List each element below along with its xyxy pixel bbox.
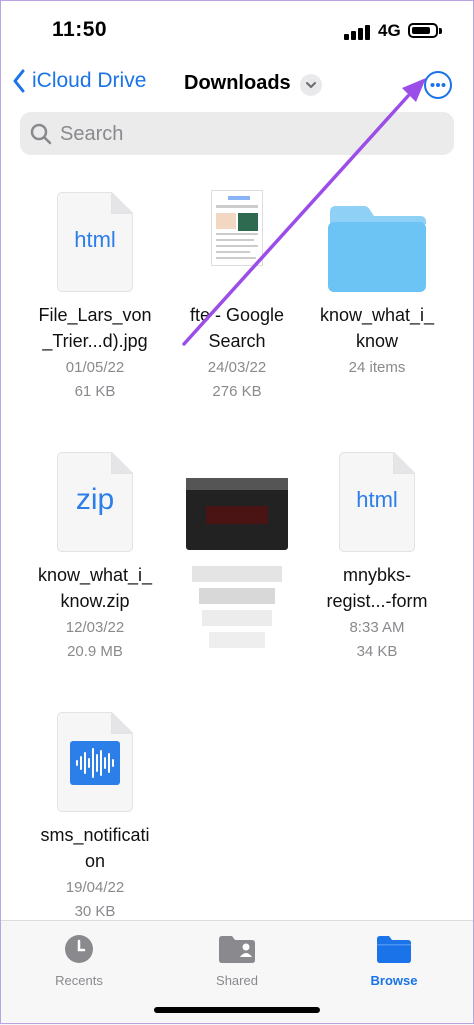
folder-icon [376,933,412,965]
tab-label: Browse [370,973,418,988]
waveform-icon [70,741,120,785]
ellipsis-icon [430,83,446,87]
tab-label: Shared [216,973,258,988]
home-indicator [154,1007,320,1013]
file-name-cont: regist...-form [326,591,428,611]
battery-icon [408,23,442,38]
navigation-bar: iCloud Drive Downloads [0,66,474,106]
file-size: 276 KB [212,383,262,400]
chevron-down-icon [306,82,316,88]
clock-icon [63,933,95,965]
file-item-obscured[interactable] [162,470,312,648]
webpage-thumbnail [211,190,263,294]
file-item[interactable]: zip know_what_i_ know.zip 12/03/22 20.9 … [20,450,170,664]
file-date: 19/04/22 [65,879,125,896]
file-name-cont: know.zip [60,591,130,611]
zip-file-icon: zip [57,450,133,554]
folder-name: know_what_i_ [319,305,435,325]
back-label: iCloud Drive [32,69,147,92]
blurred-thumbnail [182,470,292,560]
file-item[interactable]: html mnybks- regist...-form 8:33 AM 34 K… [302,450,452,664]
tab-shared[interactable]: Shared [177,933,297,988]
status-time: 11:50 [52,18,108,41]
title-menu-button[interactable] [300,74,322,96]
file-item[interactable]: sms_notificati on 19/04/22 30 KB [20,710,170,924]
file-item[interactable]: html File_Lars_von _Trier...d).jpg 01/05… [20,190,170,404]
folder-item[interactable]: know_what_i_ know 24 items [302,190,452,380]
back-button[interactable]: iCloud Drive [12,69,146,93]
file-date: 8:33 AM [349,619,405,636]
status-bar: 11:50 4G [0,0,474,64]
tab-label: Recents [55,973,103,988]
html-file-icon: html [339,450,415,554]
html-file-icon: html [57,190,133,294]
cellular-signal-icon [344,24,372,40]
tab-recents[interactable]: Recents [19,933,139,988]
file-date: 12/03/22 [65,619,125,636]
search-icon [30,123,52,145]
file-name-cont: Search [208,331,266,351]
file-name-cont: _Trier...d).jpg [42,331,148,351]
file-name: mnybks- [342,565,411,585]
file-name: know_what_i_ [37,565,153,585]
page-title[interactable]: Downloads [184,72,291,95]
audio-file-icon [57,710,133,814]
tab-browse[interactable]: Browse [334,933,454,988]
file-name: sms_notificati [40,825,150,845]
shared-folder-icon [218,933,256,965]
more-options-button[interactable] [424,71,452,99]
file-size: 34 KB [356,643,398,660]
file-name: File_Lars_von [38,305,152,325]
search-input[interactable] [58,112,442,157]
search-bar[interactable] [20,112,454,157]
network-type: 4G [378,21,401,40]
file-date: 24/03/22 [207,359,267,376]
folder-count: 24 items [348,359,406,376]
file-name-cont: on [84,851,106,871]
folder-name-cont: know [355,331,399,351]
file-item[interactable]: fte - Google Search 24/03/22 276 KB [162,190,312,404]
file-size: 20.9 MB [67,643,123,660]
folder-icon [326,190,428,294]
file-size: 61 KB [74,383,116,400]
chevron-left-icon [13,69,25,93]
file-date: 01/05/22 [65,359,125,376]
file-name: fte - Google [189,305,285,325]
